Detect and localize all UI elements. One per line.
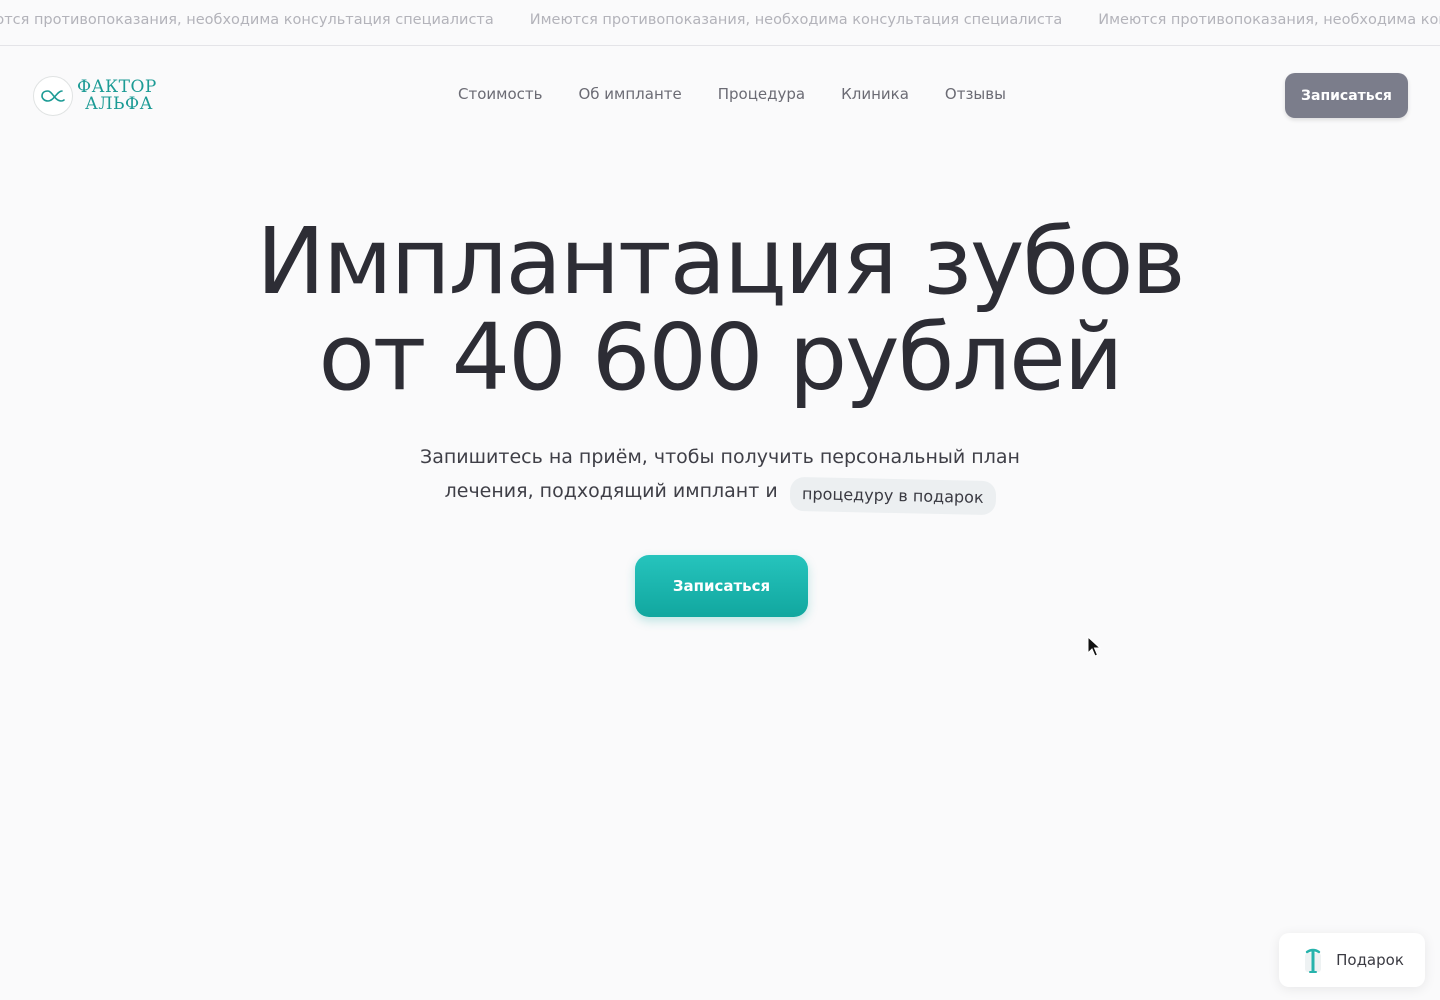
hero-title-line-1: Имплантация зубов [256, 208, 1185, 315]
gift-icon [1300, 945, 1326, 975]
hero-title-line-2: от 40 600 рублей [318, 304, 1123, 411]
hero-signup-button[interactable]: Записаться [635, 555, 808, 617]
logo-line-2: АЛЬФА [85, 94, 154, 114]
landing-page: ются противопоказания, необходима консул… [0, 0, 1440, 1000]
alpha-logo-icon [33, 76, 73, 116]
hero-subtitle: Запишитесь на приём, чтобы получить перс… [360, 440, 1080, 516]
hero-subtitle-line-2: лечения, подходящий имплант и [444, 480, 778, 502]
nav-link-implant[interactable]: Об импланте [578, 85, 681, 103]
nav-link-reviews[interactable]: Отзывы [945, 85, 1006, 103]
hero-subtitle-line-1: Запишитесь на приём, чтобы получить перс… [420, 446, 1020, 468]
gift-label: Подарок [1336, 951, 1404, 969]
marquee-text: Имеются противопоказания, необходима кон… [529, 12, 1063, 28]
main-nav: Стоимость Об импланте Процедура Клиника … [458, 85, 1006, 103]
nav-link-clinic[interactable]: Клиника [841, 85, 909, 103]
hero-title: Имплантация зубов от 40 600 рублей [0, 214, 1440, 406]
gift-button[interactable]: Подарок [1279, 933, 1425, 987]
logo-wordmark: ФАКТОР АЛЬФА [77, 79, 157, 113]
mouse-cursor-icon [1087, 636, 1101, 657]
disclaimer-marquee: ются противопоказания, необходима консул… [0, 0, 1440, 46]
nav-link-price[interactable]: Стоимость [458, 85, 542, 103]
marquee-text: Имеются противопоказания, необходима кон… [1098, 12, 1440, 28]
site-header: ФАКТОР АЛЬФА Стоимость Об импланте Проце… [0, 46, 1440, 146]
marquee-text: ются противопоказания, необходима консул… [0, 12, 494, 28]
header-signup-button[interactable]: Записаться [1285, 73, 1408, 118]
gift-procedure-badge: процедуру в подарок [789, 476, 996, 516]
logo[interactable]: ФАКТОР АЛЬФА [33, 76, 157, 116]
nav-link-procedure[interactable]: Процедура [718, 85, 805, 103]
